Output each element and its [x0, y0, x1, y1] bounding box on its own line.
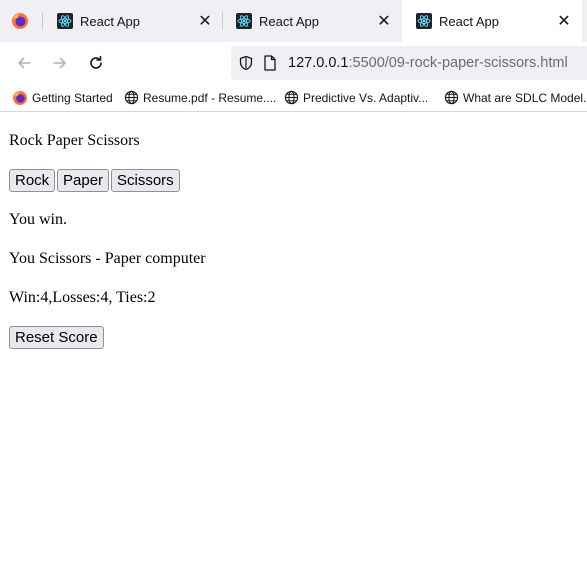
navigation-bar: 127.0.0.1:5500/09-rock-paper-scissors.ht…	[0, 42, 587, 84]
arrow-left-icon	[18, 57, 31, 69]
bookmark-predictive-vs-adaptive[interactable]: Predictive Vs. Adaptiv...	[283, 84, 428, 111]
tab-title: React App	[80, 13, 140, 29]
url-path: :5500/09-rock-paper-scissors.html	[348, 55, 568, 71]
tab-title: React App	[259, 13, 319, 29]
bookmark-sdlc-model[interactable]: What are SDLC Model...	[443, 84, 587, 111]
globe-icon	[443, 90, 459, 106]
close-tab-icon[interactable]: ✕	[372, 9, 396, 33]
result-text: You win.	[9, 211, 67, 228]
globe-icon	[123, 90, 139, 106]
scissors-button[interactable]: Scissors	[111, 169, 180, 192]
page-content: Rock Paper Scissors Rock Paper Scissors …	[0, 112, 587, 575]
tab-react-app-3[interactable]: React App ✕	[402, 0, 582, 42]
rock-button[interactable]: Rock	[9, 169, 56, 192]
moves-text: You Scissors - Paper computer	[9, 250, 206, 267]
bookmark-label: Predictive Vs. Adaptiv...	[303, 90, 429, 105]
globe-icon	[283, 90, 299, 106]
bookmarks-toolbar: Getting Started Resume.pdf - Resume.... …	[0, 84, 587, 112]
shield-icon[interactable]	[238, 55, 254, 71]
address-bar[interactable]: 127.0.0.1:5500/09-rock-paper-scissors.ht…	[231, 46, 587, 80]
choice-buttons: Rock Paper Scissors	[9, 169, 309, 192]
tab-react-app-2[interactable]: React App ✕	[222, 0, 402, 42]
tab-strip: React App ✕ React App ✕ React App ✕	[0, 0, 587, 42]
arrow-right-icon	[53, 57, 66, 69]
bookmark-resume[interactable]: Resume.pdf - Resume....	[123, 84, 276, 111]
page-icon[interactable]	[263, 55, 277, 71]
reload-icon	[90, 55, 102, 69]
react-icon	[416, 13, 432, 29]
firefox-icon	[12, 90, 28, 106]
bookmark-label: Getting Started	[32, 90, 113, 105]
firefox-view-button[interactable]	[0, 0, 40, 42]
back-button[interactable]	[10, 49, 38, 77]
bookmark-label: Resume.pdf - Resume....	[143, 90, 277, 105]
score-text: Win:4,Losses:4, Ties:2	[9, 289, 156, 306]
bookmark-getting-started[interactable]: Getting Started	[12, 84, 113, 111]
reset-score-button[interactable]: Reset Score	[9, 326, 104, 349]
close-tab-icon[interactable]: ✕	[193, 9, 217, 33]
tab-title: React App	[439, 13, 499, 29]
bookmark-label: What are SDLC Model...	[463, 90, 587, 105]
close-tab-icon[interactable]: ✕	[552, 9, 576, 33]
firefox-icon	[12, 13, 28, 29]
url-host: 127.0.0.1	[288, 55, 349, 71]
react-icon	[57, 13, 73, 29]
tab-react-app-1[interactable]: React App ✕	[43, 0, 223, 42]
url-text: 127.0.0.1:5500/09-rock-paper-scissors.ht…	[288, 55, 568, 71]
react-icon	[236, 13, 252, 29]
forward-button[interactable]	[46, 49, 74, 77]
paper-button[interactable]: Paper	[57, 169, 110, 192]
reload-button[interactable]	[82, 49, 110, 77]
page-title: Rock Paper Scissors	[9, 132, 140, 149]
